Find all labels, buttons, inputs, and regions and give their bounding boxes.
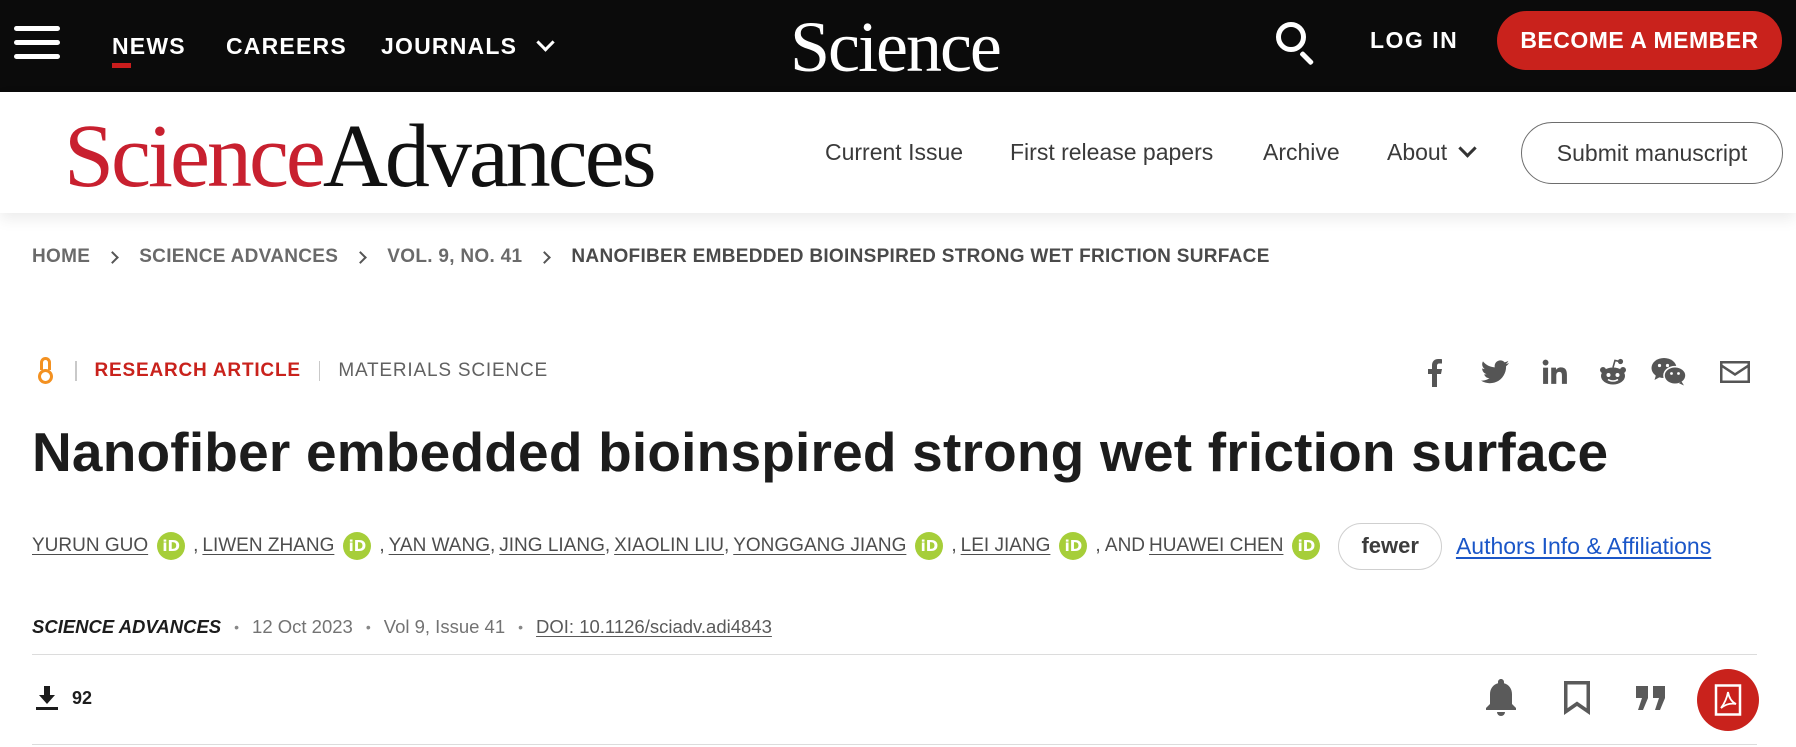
nav-journals[interactable]: JOURNALS: [381, 0, 555, 92]
author-name[interactable]: HUAWEI CHEN: [1149, 535, 1283, 557]
breadcrumb-issue[interactable]: VOL. 9, NO. 41: [387, 246, 522, 268]
nav-first-release[interactable]: First release papers: [1010, 92, 1213, 213]
author-list: YURUN GUO iD , LIWEN ZHANG iD , YAN WANG…: [32, 522, 1711, 570]
science-logo[interactable]: Science: [790, 6, 1002, 89]
wechat-icon[interactable]: [1649, 352, 1689, 392]
quote-icon[interactable]: [1629, 676, 1673, 720]
chevron-right-icon: [106, 250, 120, 264]
bookmark-icon[interactable]: [1555, 676, 1599, 720]
article-subject[interactable]: MATERIALS SCIENCE: [338, 360, 548, 382]
menu-icon[interactable]: [14, 26, 60, 60]
download-icon: [36, 686, 58, 710]
orcid-icon[interactable]: iD: [1059, 532, 1088, 560]
linkedin-icon[interactable]: [1535, 352, 1575, 392]
bell-icon[interactable]: [1479, 676, 1523, 720]
publication-date: 12 Oct 2023: [252, 616, 353, 637]
nav-journals-label: JOURNALS: [381, 32, 518, 59]
article-title: Nanofiber embedded bioinspired strong we…: [32, 421, 1609, 483]
chevron-right-icon: [538, 250, 552, 264]
author-separator: ,: [723, 535, 730, 556]
orcid-icon[interactable]: iD: [157, 532, 186, 560]
author-name[interactable]: LEI JIANG: [961, 535, 1051, 557]
nav-about[interactable]: About: [1387, 92, 1477, 213]
author-name[interactable]: YURUN GUO: [32, 535, 148, 557]
author-name[interactable]: YAN WANG: [389, 535, 490, 557]
author-name[interactable]: XIAOLIN LIU: [614, 535, 724, 557]
author-separator: ,: [193, 535, 199, 556]
active-nav-indicator: [112, 63, 131, 68]
author-separator: ,: [951, 535, 957, 556]
nav-careers[interactable]: CAREERS: [226, 0, 347, 92]
doi-link[interactable]: DOI: 10.1126/sciadv.adi4843: [536, 616, 772, 638]
download-count: 92: [36, 686, 92, 710]
science-advances-logo[interactable]: ScienceAdvances: [64, 112, 657, 202]
divider: [318, 361, 321, 381]
search-icon[interactable]: [1276, 22, 1316, 66]
author-separator: , AND: [1095, 535, 1146, 556]
breadcrumb-home[interactable]: HOME: [32, 246, 90, 268]
author-separator: ,: [379, 535, 385, 556]
author-separator: ,: [604, 535, 611, 556]
bullet-separator: •: [518, 619, 524, 635]
become-member-button[interactable]: BECOME A MEMBER: [1497, 11, 1782, 70]
article-meta-row: RESEARCH ARTICLE MATERIALS SCIENCE: [30, 356, 548, 386]
submit-manuscript-button[interactable]: Submit manuscript: [1521, 122, 1783, 184]
author-name[interactable]: LIWEN ZHANG: [202, 535, 334, 557]
orcid-icon[interactable]: iD: [343, 532, 372, 560]
author-name[interactable]: YONGGANG JIANG: [733, 535, 906, 557]
nav-archive[interactable]: Archive: [1263, 92, 1340, 213]
nav-news[interactable]: NEWS: [112, 0, 186, 92]
open-access-icon: [37, 357, 57, 385]
nav-current-issue[interactable]: Current Issue: [825, 92, 963, 213]
author-name[interactable]: JING LIANG: [499, 535, 605, 557]
breadcrumb: HOME SCIENCE ADVANCES VOL. 9, NO. 41 NAN…: [32, 246, 1270, 268]
divider: [32, 744, 1757, 745]
journal-name[interactable]: SCIENCE ADVANCES: [32, 616, 221, 638]
breadcrumb-current: NANOFIBER EMBEDDED BIOINSPIRED STRONG WE…: [571, 246, 1270, 267]
download-count-value: 92: [72, 687, 93, 708]
volume-issue[interactable]: Vol 9, Issue 41: [384, 616, 505, 638]
chevron-down-icon: [1458, 139, 1477, 158]
breadcrumb-journal[interactable]: SCIENCE ADVANCES: [139, 246, 338, 268]
facebook-icon[interactable]: [1414, 352, 1454, 392]
bullet-separator: •: [365, 619, 371, 635]
chevron-right-icon: [354, 250, 368, 264]
article-type: RESEARCH ARTICLE: [94, 360, 301, 381]
publication-info: SCIENCE ADVANCES • 12 Oct 2023 • Vol 9, …: [32, 614, 772, 640]
orcid-icon[interactable]: iD: [1292, 532, 1321, 560]
fewer-authors-button[interactable]: fewer: [1338, 522, 1442, 570]
email-icon[interactable]: [1714, 352, 1756, 392]
bullet-separator: •: [234, 619, 240, 635]
logo-part-advances: Advances: [322, 107, 657, 206]
chevron-down-icon: [536, 32, 555, 52]
divider: [32, 654, 1757, 655]
logo-part-science: Science: [64, 107, 326, 206]
author-separator: ,: [489, 535, 496, 556]
orcid-icon[interactable]: iD: [915, 532, 944, 560]
divider: [75, 361, 77, 381]
pdf-icon[interactable]: [1697, 669, 1759, 731]
login-link[interactable]: LOG IN: [1370, 0, 1458, 80]
nav-about-label: About: [1387, 139, 1448, 165]
authors-affiliations-link[interactable]: Authors Info & Affiliations: [1456, 533, 1711, 560]
twitter-icon[interactable]: [1475, 352, 1515, 392]
reddit-icon[interactable]: [1593, 352, 1633, 392]
